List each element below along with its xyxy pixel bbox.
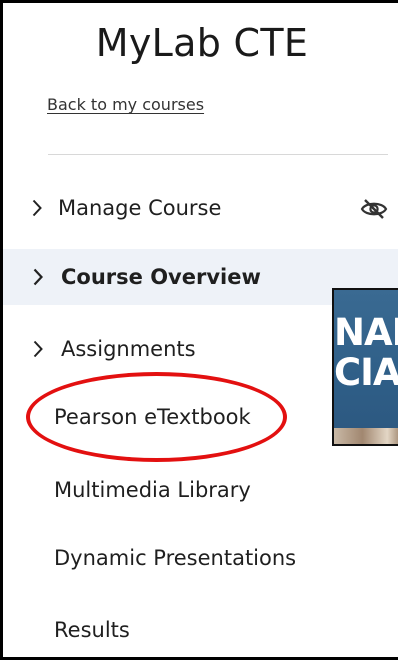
sidebar-divider [48, 154, 388, 155]
eye-slash-icon[interactable] [359, 198, 389, 220]
sidebar-item-label: Dynamic Presentations [54, 546, 297, 570]
chevron-right-icon [30, 338, 46, 360]
thumbnail-photo-strip [334, 428, 398, 444]
chevron-right-icon [30, 266, 46, 288]
sidebar-item-results[interactable]: Results [3, 602, 398, 657]
sidebar-item-label: Course Overview [61, 265, 261, 289]
back-to-courses-link[interactable]: Back to my courses [47, 95, 204, 114]
sidebar-item-label: Pearson eTextbook [54, 405, 251, 429]
course-sidebar: MyLab CTE Back to my courses Manage Cour… [0, 0, 398, 660]
sidebar-item-label: Multimedia Library [54, 478, 251, 502]
sidebar-item-label: Assignments [61, 337, 196, 361]
chevron-right-icon [29, 197, 45, 219]
thumbnail-text-line: NAL [334, 311, 398, 354]
sidebar-item-manage-course[interactable]: Manage Course [3, 180, 398, 236]
etextbook-cover-thumbnail: NAL CIAL [332, 288, 398, 446]
sidebar-item-dynamic-presentations[interactable]: Dynamic Presentations [3, 530, 398, 586]
app-title: MyLab CTE [95, 21, 309, 65]
sidebar-item-multimedia-library[interactable]: Multimedia Library [3, 462, 398, 518]
thumbnail-text-line: CIAL [334, 351, 398, 394]
sidebar-item-label: Results [54, 618, 130, 642]
sidebar-item-label: Manage Course [58, 196, 222, 220]
